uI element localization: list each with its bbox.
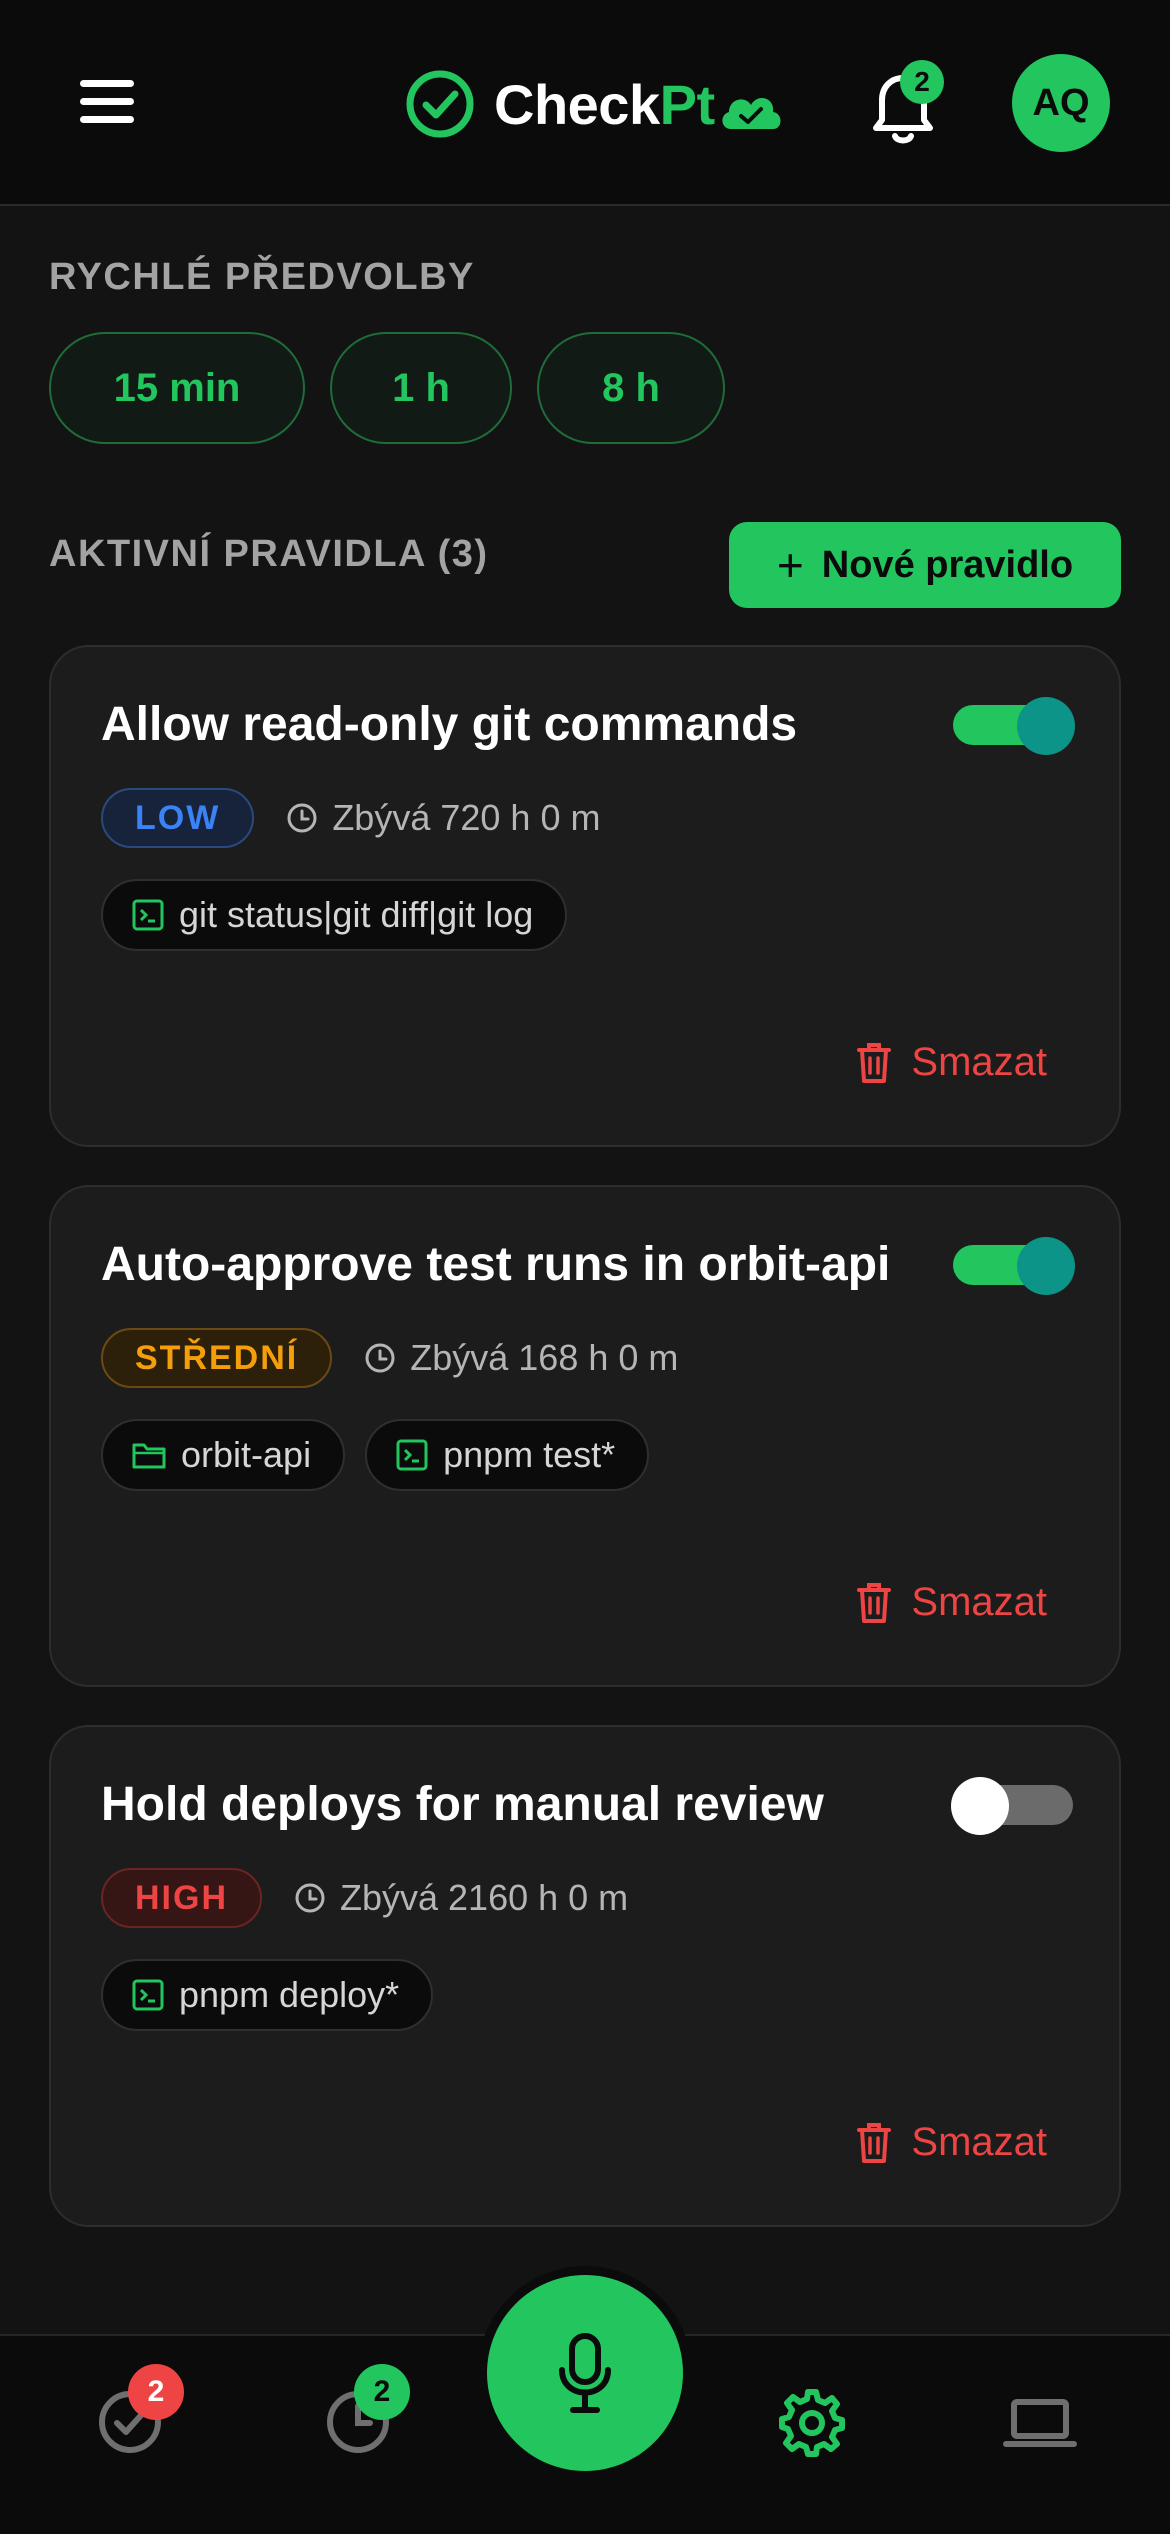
nav-approvals[interactable]: 2 bbox=[90, 2364, 184, 2462]
delete-label: Smazat bbox=[911, 1580, 1047, 1624]
app-header: CheckPt 2 AQ bbox=[0, 0, 1170, 206]
time-remaining: Zbývá 720 h 0 m bbox=[286, 797, 600, 839]
delete-rule-button[interactable]: Smazat bbox=[855, 2120, 1047, 2165]
risk-badge: LOW bbox=[101, 788, 255, 848]
logo-text-pt: Pt bbox=[659, 72, 716, 136]
logo-text-check: Check bbox=[494, 72, 660, 136]
time-remaining-text: Zbývá 168 h 0 m bbox=[410, 1337, 679, 1378]
command-chip: git status|git diff|git log bbox=[101, 879, 568, 951]
notifications-button[interactable]: 2 bbox=[858, 60, 948, 150]
check-circle-logo-icon bbox=[406, 70, 474, 138]
rule-scope-chips: pnpm deploy* bbox=[101, 1959, 453, 2031]
risk-badge: STŘEDNÍ bbox=[101, 1328, 333, 1388]
trash-icon bbox=[857, 2122, 892, 2163]
delete-label: Smazat bbox=[911, 1040, 1047, 1084]
nav-devices[interactable] bbox=[1000, 2382, 1080, 2462]
preset-8-h-button[interactable]: 8 h bbox=[537, 332, 725, 444]
history-count-badge: 2 bbox=[354, 2364, 410, 2420]
chip-text: pnpm test* bbox=[443, 1434, 616, 1475]
rule-enabled-toggle[interactable] bbox=[951, 1777, 1073, 1835]
toggle-knob bbox=[951, 1777, 1009, 1835]
nav-history[interactable]: 2 bbox=[318, 2364, 410, 2462]
gear-icon bbox=[779, 2389, 845, 2457]
time-remaining-text: Zbývá 720 h 0 m bbox=[332, 797, 601, 838]
rule-card: Hold deploys for manual review HIGH Zbýv… bbox=[49, 1725, 1121, 2227]
time-remaining: Zbývá 168 h 0 m bbox=[364, 1337, 678, 1379]
risk-badge: HIGH bbox=[101, 1868, 262, 1928]
new-rule-label: Nové pravidlo bbox=[821, 543, 1074, 586]
rule-title: Auto-approve test runs in orbit-api bbox=[101, 1238, 891, 1291]
delete-rule-button[interactable]: Smazat bbox=[855, 1040, 1047, 1085]
menu-icon-bar bbox=[80, 98, 134, 105]
chip-text: orbit-api bbox=[181, 1434, 312, 1475]
rule-meta: HIGH Zbývá 2160 h 0 m bbox=[101, 1867, 628, 1929]
delete-label: Smazat bbox=[911, 2120, 1047, 2164]
menu-icon-bar bbox=[80, 116, 134, 123]
app-logo: CheckPt bbox=[404, 64, 785, 144]
rule-card: Allow read-only git commands LOW Zbývá 7… bbox=[49, 645, 1121, 1147]
preset-15-min-button[interactable]: 15 min bbox=[49, 332, 305, 444]
command-chip: pnpm test* bbox=[365, 1419, 650, 1491]
active-rules-title: AKTIVNÍ PRAVIDLA (3) bbox=[49, 533, 489, 575]
plus-icon: + bbox=[776, 539, 804, 591]
time-remaining-text: Zbývá 2160 h 0 m bbox=[340, 1877, 629, 1918]
rule-meta: STŘEDNÍ Zbývá 168 h 0 m bbox=[101, 1327, 678, 1389]
avatar[interactable]: AQ bbox=[1012, 54, 1110, 152]
rule-meta: LOW Zbývá 720 h 0 m bbox=[101, 787, 600, 849]
terminal-icon bbox=[132, 899, 164, 931]
voice-command-button[interactable] bbox=[487, 2275, 683, 2471]
chip-text: pnpm deploy* bbox=[179, 1974, 400, 2015]
terminal-icon bbox=[132, 1979, 164, 2011]
rule-enabled-toggle[interactable] bbox=[953, 1237, 1075, 1295]
rule-scope-chips: orbit-api pnpm test* bbox=[101, 1419, 669, 1491]
rule-title: Allow read-only git commands bbox=[101, 698, 798, 751]
preset-1-h-button[interactable]: 1 h bbox=[330, 332, 512, 444]
folder-icon bbox=[132, 1443, 166, 1469]
clock-icon bbox=[365, 1343, 395, 1373]
microphone-icon bbox=[559, 2333, 611, 2413]
terminal-icon bbox=[396, 1439, 428, 1471]
new-rule-button[interactable]: + Nové pravidlo bbox=[729, 522, 1121, 608]
clock-icon bbox=[287, 803, 317, 833]
nav-settings[interactable] bbox=[772, 2382, 852, 2462]
project-chip: orbit-api bbox=[101, 1419, 346, 1491]
voice-button-ring bbox=[478, 2266, 692, 2480]
laptop-icon bbox=[1003, 2399, 1077, 2447]
command-chip: pnpm deploy* bbox=[101, 1959, 434, 2031]
time-remaining: Zbývá 2160 h 0 m bbox=[294, 1877, 628, 1919]
clock-icon bbox=[295, 1883, 325, 1913]
rule-scope-chips: git status|git diff|git log bbox=[101, 879, 587, 951]
rule-title: Hold deploys for manual review bbox=[101, 1778, 824, 1831]
delete-rule-button[interactable]: Smazat bbox=[855, 1580, 1047, 1625]
toggle-knob bbox=[1017, 1237, 1075, 1295]
menu-button[interactable] bbox=[72, 72, 144, 132]
rule-enabled-toggle[interactable] bbox=[953, 697, 1075, 755]
menu-icon-bar bbox=[80, 80, 134, 87]
rule-card: Auto-approve test runs in orbit-api STŘE… bbox=[49, 1185, 1121, 1687]
logo-text: CheckPt bbox=[494, 72, 715, 137]
trash-icon bbox=[857, 1042, 892, 1083]
approvals-count-badge: 2 bbox=[128, 2364, 184, 2420]
trash-icon bbox=[857, 1582, 892, 1623]
cloud-check-icon bbox=[722, 97, 781, 129]
chip-text: git status|git diff|git log bbox=[179, 894, 534, 935]
notification-count-badge: 2 bbox=[900, 60, 944, 104]
toggle-knob bbox=[1017, 697, 1075, 755]
quick-presets-title: RYCHLÉ PŘEDVOLBY bbox=[49, 256, 475, 298]
